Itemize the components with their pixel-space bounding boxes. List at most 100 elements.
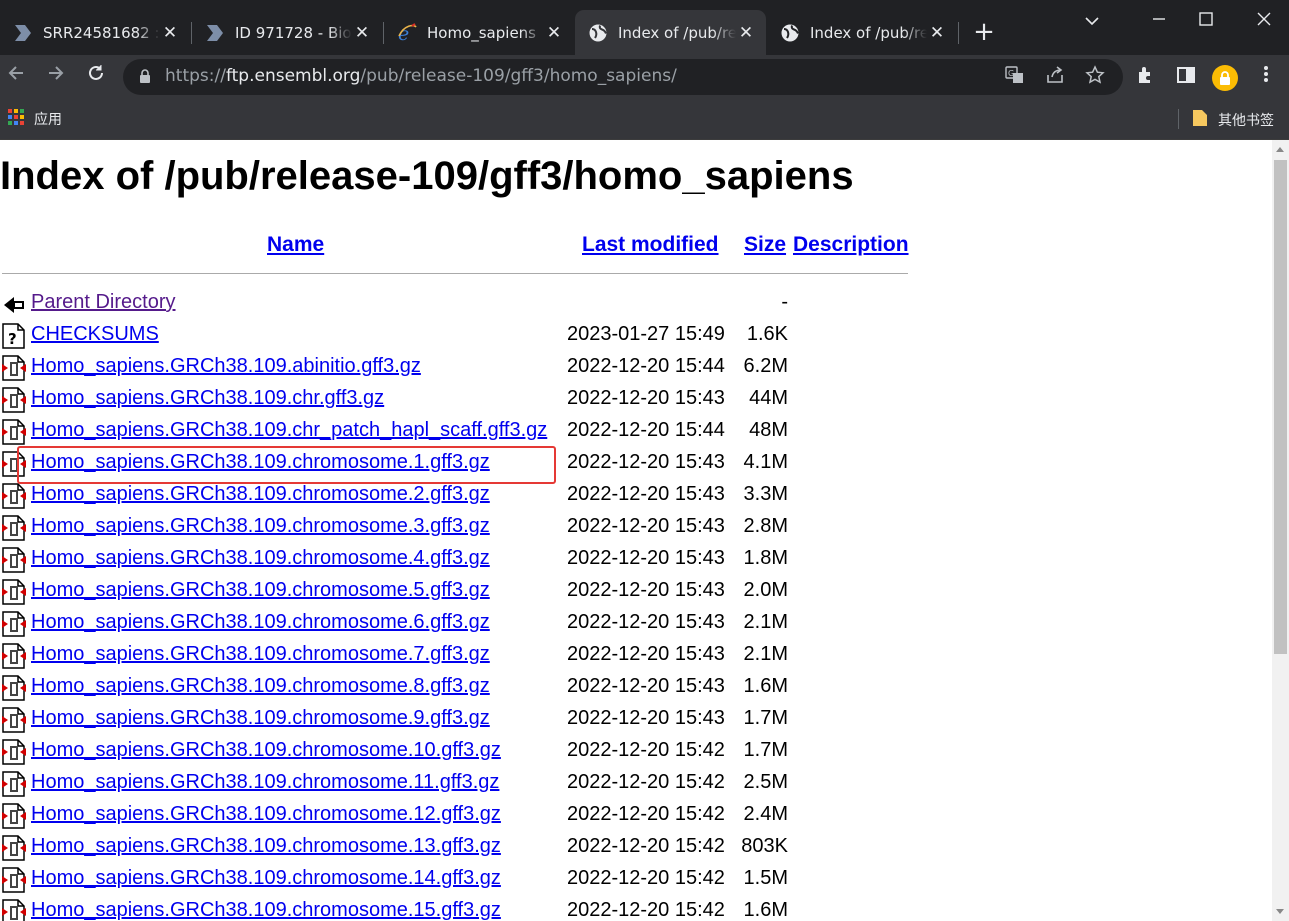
- page-viewport: Index of /pub/release-109/gff3/homo_sapi…: [0, 140, 1272, 921]
- close-icon[interactable]: ✕: [160, 23, 180, 43]
- tab-id-971728[interactable]: ID 971728 - Bio ✕: [192, 10, 382, 55]
- url-host: ftp.ensembl.org: [225, 66, 361, 86]
- file-link[interactable]: CHECKSUMS: [31, 323, 159, 346]
- bookmark-other-label: 其他书签: [1218, 113, 1274, 129]
- size-cell: 2.5M: [743, 771, 788, 793]
- close-icon[interactable]: ✕: [927, 23, 947, 43]
- file-link[interactable]: Homo_sapiens.GRCh38.109.chromosome.14.gf…: [31, 867, 501, 890]
- file-link[interactable]: Parent Directory: [31, 291, 176, 314]
- file-link[interactable]: Homo_sapiens.GRCh38.109.chr_patch_hapl_s…: [31, 419, 547, 442]
- file-link[interactable]: Homo_sapiens.GRCh38.109.chromosome.15.gf…: [31, 899, 501, 921]
- compressed-file-icon: [2, 899, 26, 921]
- column-header-size[interactable]: Size: [744, 233, 786, 257]
- url-scheme: https://: [165, 66, 226, 86]
- table-row: ? CHECKSUMS 2023-01-27 15:49 1.6K: [0, 320, 900, 352]
- last-modified-cell: 2022-12-20 15:42: [567, 835, 725, 857]
- table-row: Homo_sapiens.GRCh38.109.abinitio.gff3.gz…: [0, 352, 900, 384]
- file-link[interactable]: Homo_sapiens.GRCh38.109.chromosome.7.gff…: [31, 643, 490, 666]
- tab-search-button[interactable]: [1072, 6, 1112, 36]
- last-modified-cell: 2022-12-20 15:42: [567, 739, 725, 761]
- size-cell: -: [781, 291, 788, 313]
- table-row: Homo_sapiens.GRCh38.109.chromosome.15.gf…: [0, 896, 900, 921]
- last-modified-cell: 2022-12-20 15:44: [567, 419, 725, 441]
- tab-homo-sapiens[interactable]: e Homo_sapiens ✕: [384, 10, 574, 55]
- address-bar[interactable]: https://ftp.ensembl.org/pub/release-109/…: [123, 59, 1123, 95]
- file-link[interactable]: Homo_sapiens.GRCh38.109.abinitio.gff3.gz: [31, 355, 421, 378]
- compressed-file-icon: [2, 547, 26, 573]
- tab-srr24581682[interactable]: SRR24581682 : ✕: [0, 10, 190, 55]
- tab-index-of-pub-active[interactable]: Index of /pub/re ✕: [575, 10, 766, 55]
- scroll-down-arrow[interactable]: [1276, 909, 1284, 914]
- file-link[interactable]: Homo_sapiens.GRCh38.109.chromosome.13.gf…: [31, 835, 501, 858]
- file-link[interactable]: Homo_sapiens.GRCh38.109.chromosome.5.gff…: [31, 579, 490, 602]
- file-link[interactable]: Homo_sapiens.GRCh38.109.chromosome.10.gf…: [31, 739, 501, 762]
- unknown-file-icon: ?: [2, 323, 26, 349]
- file-link[interactable]: Homo_sapiens.GRCh38.109.chromosome.9.gff…: [31, 707, 490, 730]
- scroll-up-arrow[interactable]: [1276, 147, 1284, 152]
- vertical-scrollbar[interactable]: [1272, 140, 1289, 921]
- compressed-file-icon: [2, 419, 26, 445]
- file-link[interactable]: Homo_sapiens.GRCh38.109.chromosome.4.gff…: [31, 547, 490, 570]
- size-cell: 1.6M: [743, 899, 788, 921]
- globe-icon: [587, 22, 609, 44]
- compressed-file-icon: [2, 771, 26, 797]
- forward-button[interactable]: [42, 63, 70, 91]
- compressed-file-icon: [2, 867, 26, 893]
- side-panel-icon[interactable]: [1173, 65, 1199, 91]
- last-modified-cell: 2022-12-20 15:42: [567, 867, 725, 889]
- compressed-file-icon: [2, 483, 26, 509]
- bookmark-apps[interactable]: 应用: [8, 109, 62, 129]
- close-window-button[interactable]: [1244, 6, 1284, 36]
- menu-dots-icon[interactable]: [1253, 65, 1279, 91]
- share-icon[interactable]: [1043, 65, 1067, 89]
- file-link[interactable]: Homo_sapiens.GRCh38.109.chromosome.3.gff…: [31, 515, 490, 538]
- reload-button[interactable]: [82, 63, 110, 91]
- globe-icon: [779, 22, 801, 44]
- size-cell: 1.5M: [743, 867, 788, 889]
- table-row: Homo_sapiens.GRCh38.109.chromosome.7.gff…: [0, 640, 900, 672]
- file-link[interactable]: Homo_sapiens.GRCh38.109.chromosome.6.gff…: [31, 611, 490, 634]
- table-row: Homo_sapiens.GRCh38.109.chromosome.6.gff…: [0, 608, 900, 640]
- scrollbar-thumb[interactable]: [1274, 160, 1287, 654]
- close-icon[interactable]: ✕: [544, 23, 564, 43]
- last-modified-cell: 2022-12-20 15:43: [567, 675, 725, 697]
- column-header-description[interactable]: Description: [793, 233, 909, 257]
- folder-icon: [1192, 109, 1208, 131]
- table-row: Homo_sapiens.GRCh38.109.chromosome.9.gff…: [0, 704, 900, 736]
- file-link[interactable]: Homo_sapiens.GRCh38.109.chr.gff3.gz: [31, 387, 384, 410]
- maximize-button[interactable]: [1186, 6, 1226, 36]
- compressed-file-icon: [2, 643, 26, 669]
- lock-icon[interactable]: [139, 69, 151, 88]
- translate-icon[interactable]: G: [1003, 65, 1027, 89]
- new-tab-button[interactable]: +: [972, 18, 996, 46]
- file-link[interactable]: Homo_sapiens.GRCh38.109.chromosome.12.gf…: [31, 803, 501, 826]
- compressed-file-icon: [2, 739, 26, 765]
- last-modified-cell: 2022-12-20 15:42: [567, 771, 725, 793]
- table-row: Homo_sapiens.GRCh38.109.chr_patch_hapl_s…: [0, 416, 900, 448]
- column-header-name[interactable]: Name: [267, 233, 324, 257]
- last-modified-cell: 2022-12-20 15:43: [567, 483, 725, 505]
- close-icon[interactable]: ✕: [352, 23, 372, 43]
- extensions-icon[interactable]: [1133, 65, 1159, 91]
- tab-index-of-pub[interactable]: Index of /pub/re ✕: [767, 10, 957, 55]
- tab-title: ID 971728 - Bio: [235, 23, 352, 42]
- minimize-button[interactable]: [1139, 6, 1179, 36]
- compressed-file-icon: [2, 355, 26, 381]
- back-button[interactable]: [2, 63, 30, 91]
- file-link[interactable]: Homo_sapiens.GRCh38.109.chromosome.11.gf…: [31, 771, 499, 794]
- profile-avatar[interactable]: [1212, 65, 1238, 91]
- column-header-last-modified[interactable]: Last modified: [582, 233, 719, 257]
- table-row: Homo_sapiens.GRCh38.109.chromosome.8.gff…: [0, 672, 900, 704]
- file-link[interactable]: Homo_sapiens.GRCh38.109.chromosome.2.gff…: [31, 483, 490, 506]
- compressed-file-icon: [2, 387, 26, 413]
- bookmark-star-icon[interactable]: [1083, 65, 1107, 89]
- last-modified-cell: 2022-12-20 15:43: [567, 579, 725, 601]
- size-cell: 2.4M: [743, 803, 788, 825]
- size-cell: 803K: [741, 835, 788, 857]
- table-row: Homo_sapiens.GRCh38.109.chromosome.14.gf…: [0, 864, 900, 896]
- bookmark-other[interactable]: 其他书签: [1192, 109, 1274, 131]
- close-icon[interactable]: ✕: [736, 23, 756, 43]
- tab-strip: SRR24581682 : ✕ ID 971728 - Bio ✕ e Homo…: [0, 0, 1289, 55]
- table-row: Parent Directory -: [0, 288, 900, 320]
- file-link[interactable]: Homo_sapiens.GRCh38.109.chromosome.8.gff…: [31, 675, 490, 698]
